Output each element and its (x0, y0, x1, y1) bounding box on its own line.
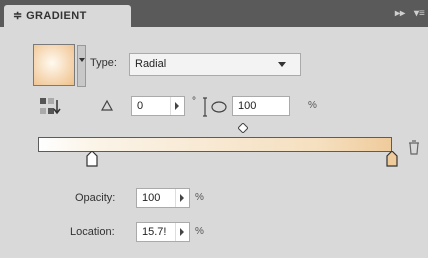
panel-header: ≑ GRADIENT ▸▸ ▾≡ (0, 0, 428, 27)
gradient-slider-bar[interactable] (38, 137, 392, 152)
angle-value: 0 (137, 100, 144, 112)
angle-unit: ° (192, 96, 196, 107)
location-stepper[interactable] (175, 223, 189, 241)
aspect-ratio-icon (203, 97, 227, 117)
type-select-value: Radial (135, 58, 167, 70)
aspect-ratio-field[interactable]: 100 (232, 96, 290, 116)
angle-field[interactable]: 0 (131, 96, 185, 116)
opacity-stepper[interactable] (175, 189, 189, 207)
swatch-dropdown-button[interactable] (77, 45, 86, 87)
gradient-panel: ≑ GRADIENT ▸▸ ▾≡ Type: Radial 0 ° 100 % (0, 0, 428, 258)
gradient-stop-selected[interactable] (86, 151, 98, 167)
aspect-unit: % (308, 100, 317, 111)
gradient-midpoint-handle[interactable] (238, 123, 248, 133)
reverse-gradient-icon[interactable] (39, 97, 61, 117)
opacity-unit: % (195, 192, 204, 203)
tab-gradient[interactable]: ≑ GRADIENT (4, 5, 131, 27)
opacity-field[interactable]: 100 (136, 188, 190, 208)
opacity-label: Opacity: (75, 192, 116, 204)
gradient-fill-swatch-icon[interactable] (33, 44, 75, 86)
location-label: Location: (70, 226, 115, 238)
location-unit: % (195, 226, 204, 237)
panel-menu-button[interactable]: ▾≡ (414, 8, 425, 19)
chevron-down-icon (278, 62, 286, 67)
type-select[interactable]: Radial (129, 53, 301, 76)
aspect-ratio-value: 100 (238, 100, 257, 112)
collapse-panel-button[interactable]: ▸▸ (395, 8, 405, 19)
location-field[interactable]: 15.7! (136, 222, 190, 242)
angle-icon (101, 99, 113, 111)
panel-title: ≑ GRADIENT (13, 10, 87, 22)
type-label: Type: (90, 57, 117, 69)
location-value: 15.7! (142, 226, 167, 238)
gradient-stop-end[interactable] (386, 151, 398, 167)
window-edge (428, 0, 432, 260)
opacity-value: 100 (142, 192, 161, 204)
angle-stepper[interactable] (170, 97, 184, 115)
delete-stop-icon[interactable] (407, 139, 421, 155)
